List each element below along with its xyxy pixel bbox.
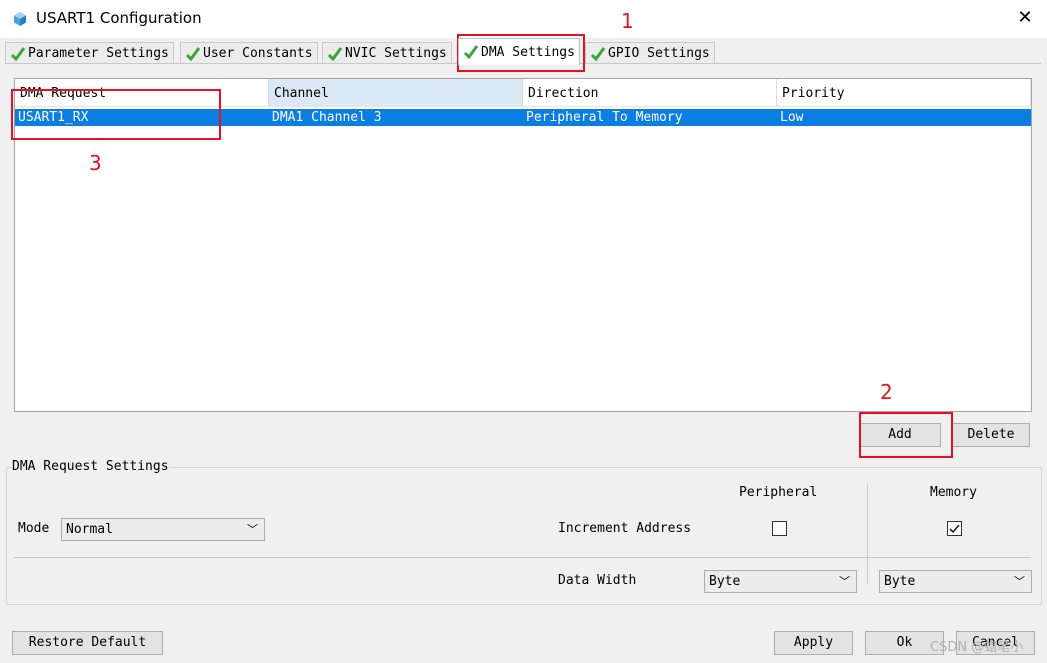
peripheral-data-width-select[interactable]: Byte ﹀ (704, 570, 857, 593)
column-header-direction[interactable]: Direction (523, 79, 777, 107)
group-title: DMA Request Settings (12, 459, 169, 474)
annotation-number-3: 3 (89, 151, 102, 175)
watermark: CSDN @蜡笔小 (930, 640, 1024, 655)
delete-button[interactable]: Delete (952, 423, 1030, 447)
window-title: USART1 Configuration (36, 9, 202, 27)
check-icon (327, 46, 343, 61)
annotation-box-request (11, 89, 221, 140)
close-icon[interactable]: ✕ (1014, 7, 1036, 29)
column-divider (867, 484, 868, 584)
increment-address-label: Increment Address (558, 521, 692, 536)
check-icon (590, 46, 606, 61)
tab-dma-settings[interactable]: DMA Settings (458, 38, 580, 65)
tab-label: DMA Settings (481, 44, 575, 60)
check-icon (463, 45, 479, 60)
tab-nvic-settings[interactable]: NVIC Settings (322, 42, 452, 64)
annotation-box-add (859, 412, 953, 458)
column-header-channel[interactable]: Channel (269, 79, 523, 107)
peripheral-column-label: Peripheral (739, 485, 818, 500)
annotation-number-2: 2 (880, 380, 893, 404)
tab-user-constants[interactable]: User Constants (180, 42, 318, 64)
tab-label: Parameter Settings (28, 46, 169, 61)
chevron-down-icon: ﹀ (1014, 575, 1025, 588)
annotation-number-1: 1 (621, 9, 634, 33)
check-icon (10, 46, 26, 61)
restore-default-button[interactable]: Restore Default (12, 631, 163, 655)
memory-column-label: Memory (930, 485, 977, 500)
group-separator (14, 557, 1031, 558)
cell-priority: Low (780, 110, 804, 125)
checkmark-icon (949, 524, 960, 534)
check-icon (185, 46, 201, 61)
memory-increment-checkbox[interactable] (947, 521, 962, 536)
chevron-down-icon: ﹀ (247, 523, 258, 536)
peripheral-width-value: Byte (709, 574, 741, 589)
mode-select[interactable]: Normal ﹀ (61, 518, 265, 541)
data-width-label: Data Width (558, 573, 637, 588)
apply-button[interactable]: Apply (774, 631, 853, 655)
memory-data-width-select[interactable]: Byte ﹀ (879, 570, 1032, 593)
tab-gpio-settings[interactable]: GPIO Settings (585, 42, 715, 64)
tab-parameter-settings[interactable]: Parameter Settings (5, 42, 174, 64)
memory-width-value: Byte (884, 574, 916, 589)
cube-icon (14, 12, 26, 26)
cell-channel: DMA1 Channel 3 (272, 110, 382, 125)
tab-label: GPIO Settings (608, 46, 710, 61)
column-header-priority[interactable]: Priority (777, 79, 1031, 107)
mode-label: Mode (18, 521, 50, 536)
tab-label: User Constants (203, 46, 313, 61)
mode-value: Normal (66, 522, 113, 537)
tab-label: NVIC Settings (345, 46, 447, 61)
cell-direction: Peripheral To Memory (526, 110, 683, 125)
chevron-down-icon: ﹀ (839, 575, 850, 588)
peripheral-increment-checkbox[interactable] (772, 521, 787, 536)
